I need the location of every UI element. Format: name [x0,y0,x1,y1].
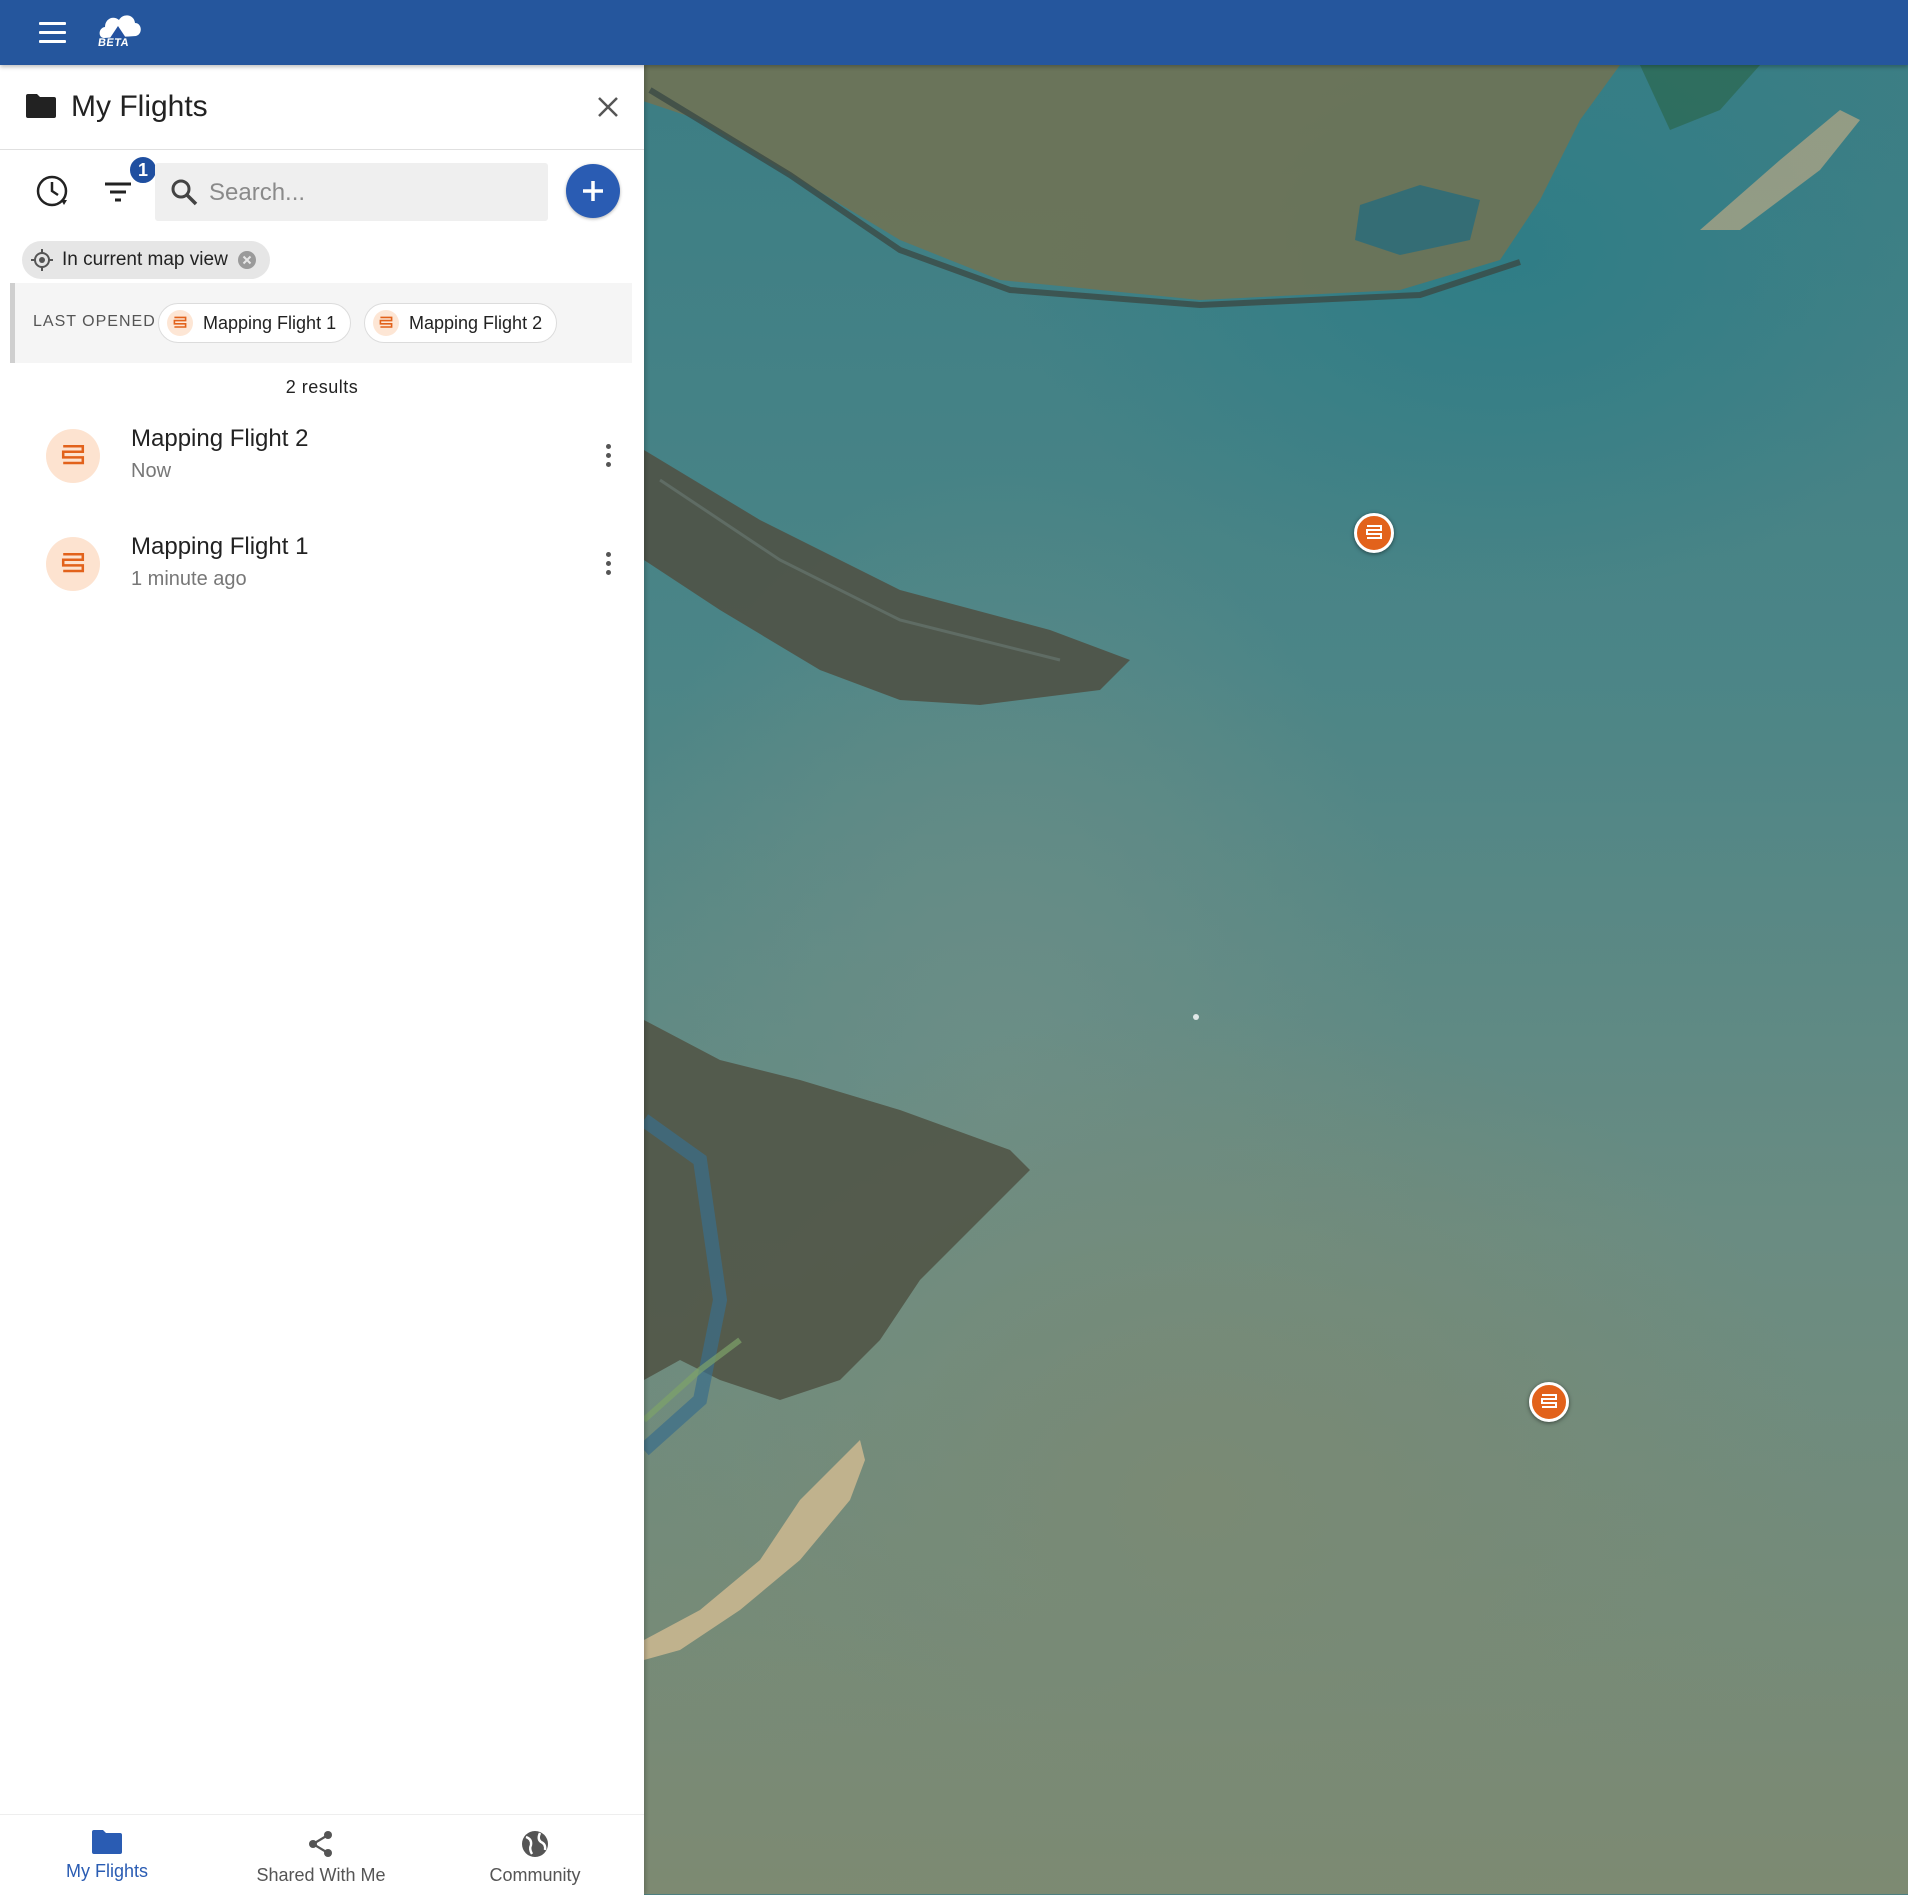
folder-icon [26,94,56,118]
filter-chip-current-map-view[interactable]: In current map view [22,241,270,279]
nav-label: My Flights [65,1861,148,1881]
last-opened-chip-label: Mapping Flight 2 [409,312,543,333]
filter-count-badge: 1 [128,155,158,185]
my-flights-panel: My Flights 1 In current map view [0,65,644,1895]
nav-label: Shared With Me [256,1865,386,1885]
last-opened-bar: LAST OPENED Mapping Flight 1 Mapping Fli… [10,283,632,363]
panel-header: My Flights [0,65,644,150]
flight-list-item[interactable]: Mapping Flight 1 1 minute ago [0,519,644,619]
map-marker-mapping-flight[interactable] [1354,513,1394,553]
results-count: 2 results [285,377,359,397]
mapping-flight-icon [1541,1394,1557,1408]
globe-icon [522,1831,548,1857]
recent-history-button[interactable] [33,172,73,212]
close-panel-button[interactable] [592,91,624,123]
more-options-button[interactable] [594,545,622,581]
flight-name: Mapping Flight 1 [131,533,309,560]
mapping-flight-icon [373,310,399,336]
mapping-flight-icon [167,310,193,336]
filter-button[interactable] [100,175,136,209]
search-bar[interactable] [155,163,548,221]
more-options-button[interactable] [594,437,622,473]
last-opened-label: LAST OPENED [33,313,156,330]
crosshair-target-icon [31,249,53,271]
nav-community[interactable]: Community [428,1815,642,1895]
filter-chip-label: In current map view [62,249,228,270]
folder-icon [92,1830,122,1854]
beta-badge: BETA [97,37,130,49]
add-flight-button[interactable] [566,164,620,218]
panel-title: My Flights [71,90,208,123]
remove-chip-icon[interactable] [236,249,258,271]
last-opened-chip-label: Mapping Flight 1 [203,312,337,333]
mapping-flight-icon [46,429,100,483]
last-opened-chip[interactable]: Mapping Flight 1 [158,303,352,343]
hamburger-menu-button[interactable] [30,14,74,50]
flight-time: 1 minute ago [131,568,247,590]
nav-label: Community [489,1865,581,1885]
bottom-navigation: My Flights Shared With Me Community [0,1814,644,1895]
nav-my-flights[interactable]: My Flights [0,1815,214,1895]
share-icon [309,1831,332,1857]
flight-name: Mapping Flight 2 [131,425,309,452]
last-opened-chip[interactable]: Mapping Flight 2 [364,303,558,343]
mapping-flight-icon [46,537,100,591]
search-icon [171,179,198,206]
top-app-bar: BETA [0,0,1908,65]
map-marker-mapping-flight[interactable] [1529,1382,1569,1422]
nav-shared-with-me[interactable]: Shared With Me [214,1815,428,1895]
flight-list-item[interactable]: Mapping Flight 2 Now [0,411,644,511]
plus-icon [583,181,603,201]
search-input[interactable] [207,171,541,215]
mapping-flight-icon [1366,525,1382,539]
flight-time: Now [131,460,172,482]
